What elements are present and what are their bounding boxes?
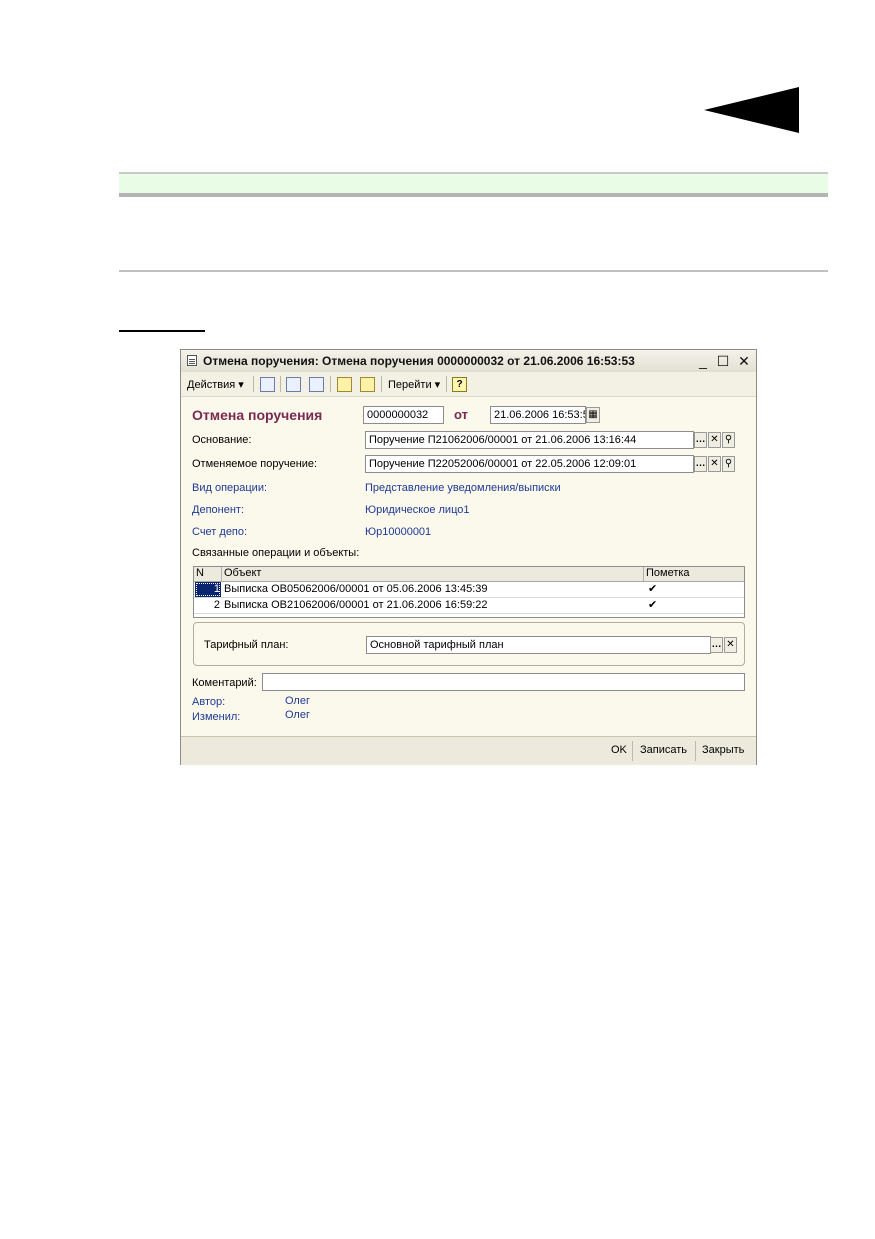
help-icon[interactable]: ? [452, 377, 467, 392]
cancelled-order-field[interactable]: Поручение П22052006/00001 от 22.05.2006 … [365, 455, 694, 473]
ok-button[interactable]: OK [611, 744, 627, 756]
row-number[interactable]: 1 [195, 582, 221, 597]
actions-menu-label: Действия [187, 379, 236, 391]
tariff-label: Тарифный план: [204, 639, 289, 651]
section-underline [119, 330, 205, 332]
cancelled-order-label: Отменяемое поручение: [192, 458, 318, 470]
button-separator [632, 741, 633, 761]
depo-account-label: Счет депо: [192, 526, 248, 538]
close-button[interactable]: Закрыть [702, 744, 744, 756]
button-bar: OK Записать Закрыть [181, 736, 756, 765]
header-band [119, 172, 828, 197]
depositor-label: Депонент: [192, 504, 245, 516]
column-header-object[interactable]: Объект [222, 567, 644, 581]
document-date-field[interactable]: 21.06.2006 16:53:53 [490, 406, 586, 424]
table-row[interactable]: 2 Выписка ОВ21062006/00001 от 21.06.2006… [194, 598, 744, 614]
button-separator [695, 741, 696, 761]
basis-open-icon[interactable]: ⚲ [722, 432, 735, 448]
depositor-value[interactable]: Юридическое лицо1 [365, 504, 470, 516]
calendar-icon[interactable]: ▦ [586, 407, 600, 423]
title-bar[interactable]: Отмена поручения: Отмена поручения 00000… [181, 350, 756, 373]
back-arrow-icon[interactable] [704, 87, 799, 133]
modified-by-value: Олег [285, 709, 310, 721]
row-number[interactable]: 2 [195, 598, 221, 613]
tariff-clear-button[interactable]: ✕ [724, 637, 737, 653]
depo-account-value[interactable]: Юр10000001 [365, 526, 431, 538]
post-movements-icon[interactable] [286, 377, 301, 392]
toolbar-separator [446, 376, 447, 392]
form-heading: Отмена поручения [192, 407, 323, 423]
modified-by-label: Изменил: [192, 711, 241, 723]
maximize-icon[interactable]: ☐ [715, 353, 731, 369]
close-icon[interactable]: ✕ [736, 353, 752, 369]
row-mark-checkbox[interactable]: ✔ [648, 582, 738, 597]
related-objects-table[interactable]: N Объект Пометка 1 Выписка ОВ05062006/00… [193, 566, 745, 618]
save-button[interactable]: Записать [640, 744, 687, 756]
row-object[interactable]: Выписка ОВ21062006/00001 от 21.06.2006 1… [224, 598, 644, 613]
toolbar-separator [330, 376, 331, 392]
cancelled-open-icon[interactable]: ⚲ [722, 456, 735, 472]
basis-clear-button[interactable]: ✕ [708, 432, 721, 448]
operation-type-value[interactable]: Представление уведомления/выписки [365, 482, 561, 494]
toolbar: Действия ▾ Перейти ▾ ? [181, 372, 756, 397]
cancelled-clear-button[interactable]: ✕ [708, 456, 721, 472]
toolbar-separator [280, 376, 281, 392]
minimize-icon[interactable]: _ [695, 353, 711, 369]
refresh-icon[interactable] [309, 377, 324, 392]
goto-menu-label: Перейти [388, 379, 432, 391]
document-window: Отмена поручения: Отмена поручения 00000… [180, 349, 757, 765]
actions-menu[interactable]: Действия ▾ [187, 378, 244, 391]
row-object[interactable]: Выписка ОВ05062006/00001 от 05.06.2006 1… [224, 582, 644, 597]
tariff-select-button[interactable]: … [710, 637, 723, 653]
tariff-group: Тарифный план: Основной тарифный план … … [193, 622, 745, 666]
window-title: Отмена поручения: Отмена поручения 00000… [203, 354, 635, 368]
row-mark-checkbox[interactable]: ✔ [648, 598, 738, 613]
author-value: Олег [285, 695, 310, 707]
column-header-n[interactable]: N [194, 567, 222, 581]
divider [119, 270, 828, 272]
goto-menu[interactable]: Перейти ▾ [388, 378, 440, 391]
basis-field[interactable]: Поручение П21062006/00001 от 21.06.2006 … [365, 431, 694, 449]
author-label: Автор: [192, 696, 226, 708]
toolbar-separator [253, 376, 254, 392]
delete-mark-icon[interactable] [360, 377, 375, 392]
related-objects-label: Связанные операции и объекты: [192, 547, 360, 559]
from-label: от [454, 407, 468, 422]
post-document-icon[interactable] [260, 377, 275, 392]
toolbar-separator [381, 376, 382, 392]
basis-label: Основание: [192, 434, 252, 446]
table-row[interactable]: 1 Выписка ОВ05062006/00001 от 05.06.2006… [194, 582, 744, 598]
comment-label: Коментарий: [192, 677, 257, 689]
operation-type-label: Вид операции: [192, 482, 268, 494]
column-header-mark[interactable]: Пометка [644, 567, 744, 581]
basis-select-button[interactable]: … [694, 432, 707, 448]
document-icon [187, 355, 197, 366]
document-number-field[interactable]: 0000000032 [363, 406, 444, 424]
comment-field[interactable] [262, 673, 745, 691]
print-icon[interactable] [337, 377, 352, 392]
cancelled-select-button[interactable]: … [694, 456, 707, 472]
tariff-field[interactable]: Основной тарифный план [366, 636, 711, 654]
table-header: N Объект Пометка [194, 567, 744, 582]
